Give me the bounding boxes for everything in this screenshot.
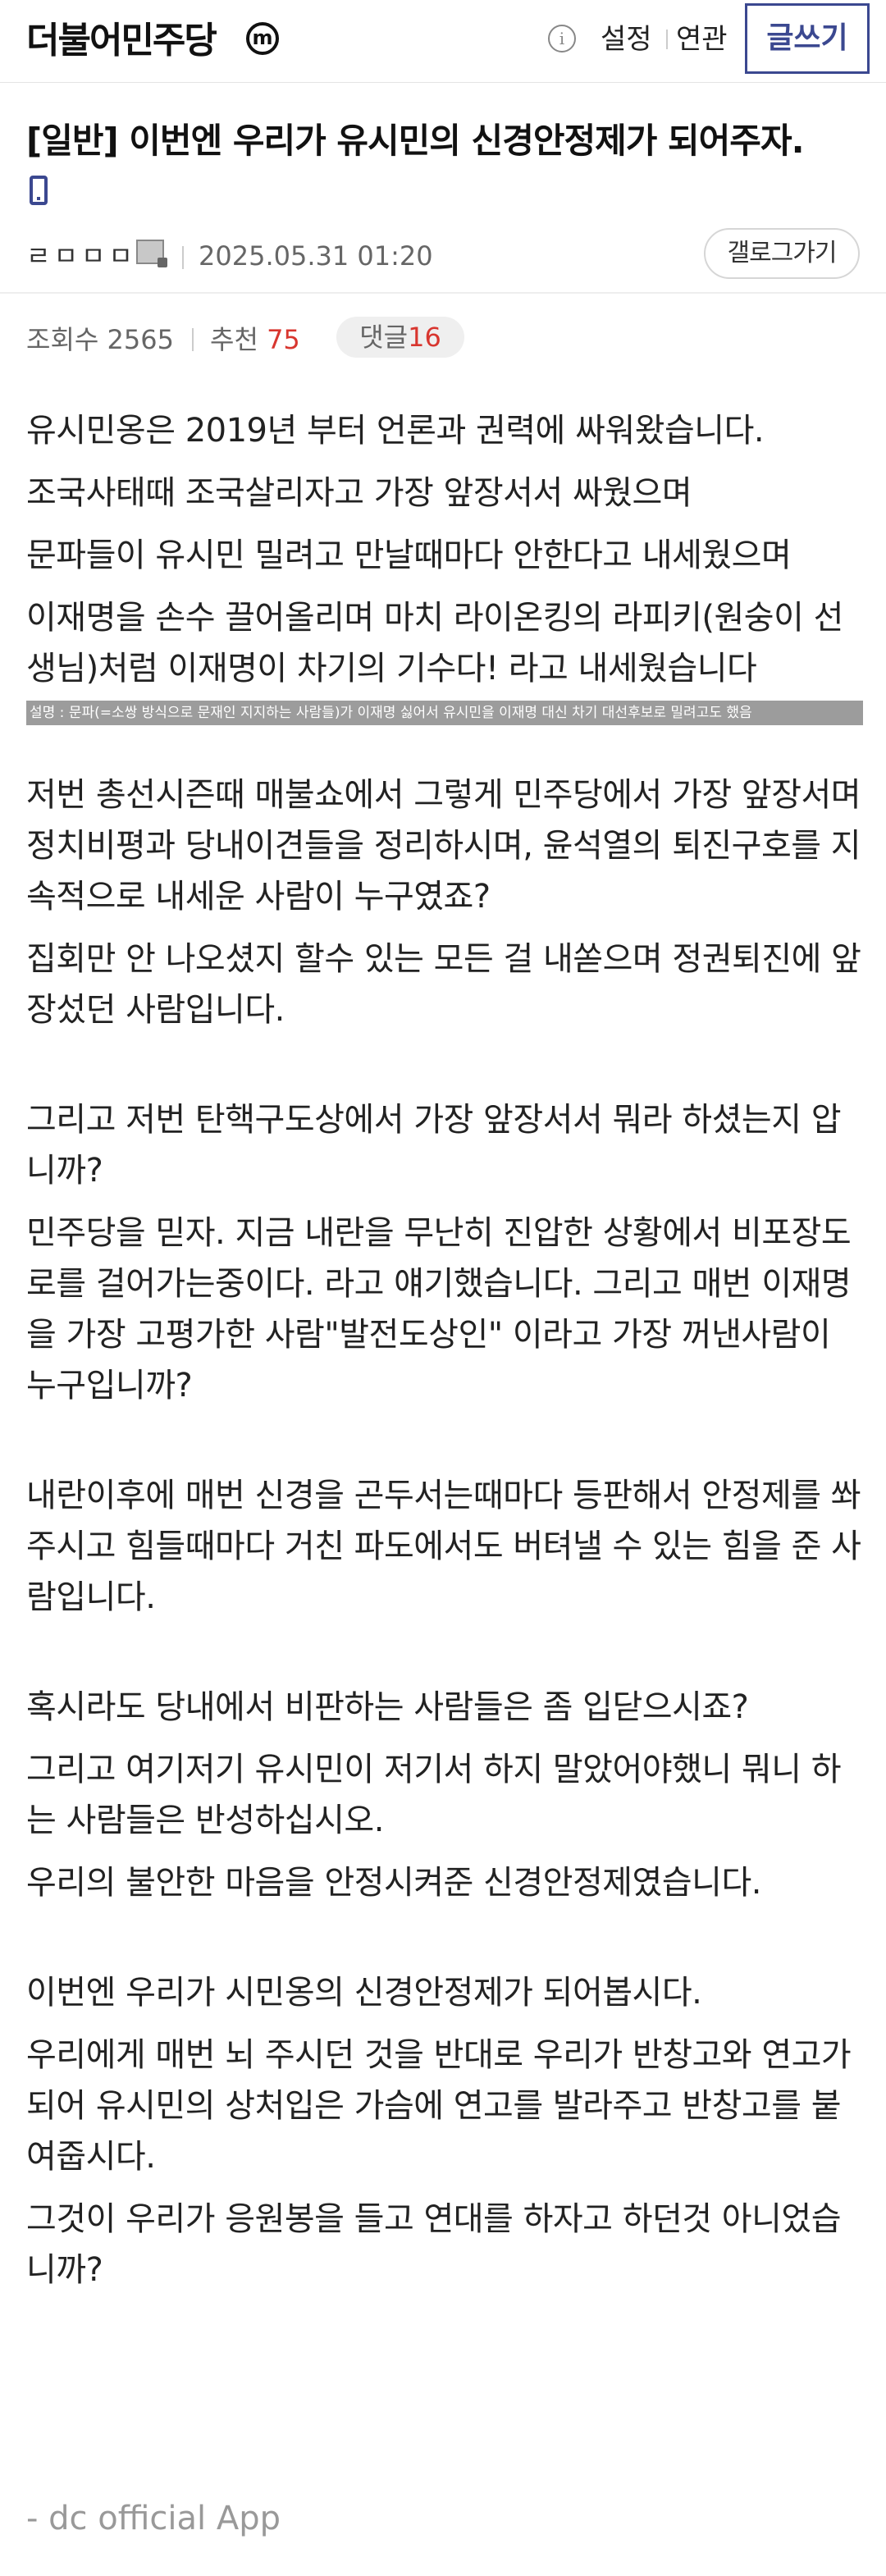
gallog-button[interactable]: 갤로그가기 xyxy=(704,228,860,279)
body-line: 이재명을 손수 끌어올리며 마치 라이온킹의 라피키(원숭이 선생님)처럼 이재… xyxy=(26,599,843,687)
app-signature: - dc official App xyxy=(26,2500,281,2537)
mobile-phone-icon xyxy=(30,176,48,205)
recommend-stat: 추천 75 xyxy=(210,323,300,356)
body-line: 그것이 우리가 응원봉을 들고 연대를 하자고 하던것 아니었습니까? xyxy=(26,2200,842,2289)
post-title: [일반] 이번엔 우리가 유시민의 신경안정제가 되어주자. xyxy=(26,121,805,161)
meta-separator xyxy=(182,246,184,269)
top-bar: 더불어민주당 m i 설정 연관 글쓰기 xyxy=(0,0,886,83)
view-count: 조회수 2565 xyxy=(26,324,174,355)
settings-link[interactable]: 설정 xyxy=(601,21,652,57)
fixed-nickname-icon xyxy=(136,240,167,267)
body-line: 우리의 불안한 마음을 안정시켜준 신경안정제였습니다. xyxy=(26,1864,761,1902)
post-author[interactable]: ㄹㅁㅁㅁ xyxy=(26,240,136,272)
comment-label: 댓글 xyxy=(359,322,409,353)
body-line: 집회만 안 나오셨지 할수 있는 모든 걸 내쏟으며 정권퇴진에 앞장섰던 사람… xyxy=(26,940,861,1029)
info-icon[interactable]: i xyxy=(548,25,576,53)
post-body: 유시민옹은 2019년 부터 언론과 권력에 싸워왔습니다. 조국사태때 조국살… xyxy=(26,405,863,2307)
body-line: 우리에게 매번 뇌 주시던 것을 반대로 우리가 반창고와 연고가 되어 유시민… xyxy=(26,2036,852,2176)
recommend-label: 추천 xyxy=(210,324,258,355)
body-line: 혹시라도 당내에서 비판하는 사람들은 좀 입닫으시죠? xyxy=(26,1688,749,1726)
body-line: 이번엔 우리가 시민옹의 신경안정제가 되어봅시다. xyxy=(26,1974,702,2012)
image-caption: 설명 : 문파(=소쌍 방식으로 문재인 지지하는 사람들)가 이재명 싫어서 … xyxy=(26,701,863,725)
header-divider xyxy=(0,292,886,294)
body-line: 저번 총선시즌때 매불쇼에서 그렇게 민주당에서 가장 앞장서며 정치비평과 당… xyxy=(26,776,861,916)
body-line: 내란이후에 매번 신경을 곤두서는때마다 등판해서 안정제를 쏴주시고 힘들때마… xyxy=(26,1477,861,1616)
comment-badge[interactable]: 댓글16 xyxy=(336,317,464,358)
body-line: 그리고 저번 탄핵구도상에서 가장 앞장서서 뭐라 하셨는지 압니까? xyxy=(26,1101,842,1190)
post-date: 2025.05.31 01:20 xyxy=(199,240,433,272)
recommend-count: 75 xyxy=(267,324,300,355)
body-line: 민주당을 믿자. 지금 내란을 무난히 진압한 상황에서 비포장도로를 걸어가는… xyxy=(26,1214,852,1404)
body-line: 문파들이 유시민 밀려고 만날때마다 안한다고 내세웠으며 xyxy=(26,537,792,574)
gallery-name[interactable]: 더불어민주당 xyxy=(26,16,217,66)
minor-gallery-badge-icon: m xyxy=(246,22,279,55)
stat-separator xyxy=(192,328,194,351)
write-button[interactable]: 글쓰기 xyxy=(745,3,870,74)
body-line: 유시민옹은 2019년 부터 언론과 권력에 싸워왔습니다. xyxy=(26,412,765,450)
body-line: 조국사태때 조국살리자고 가장 앞장서서 싸웠으며 xyxy=(26,474,692,512)
top-separator xyxy=(666,30,668,49)
related-link[interactable]: 연관 xyxy=(676,21,728,57)
comment-count: 16 xyxy=(408,322,441,353)
body-line: 그리고 여기저기 유시민이 저기서 하지 말았어야했니 뭐니 하는 사람들은 반… xyxy=(26,1751,842,1839)
